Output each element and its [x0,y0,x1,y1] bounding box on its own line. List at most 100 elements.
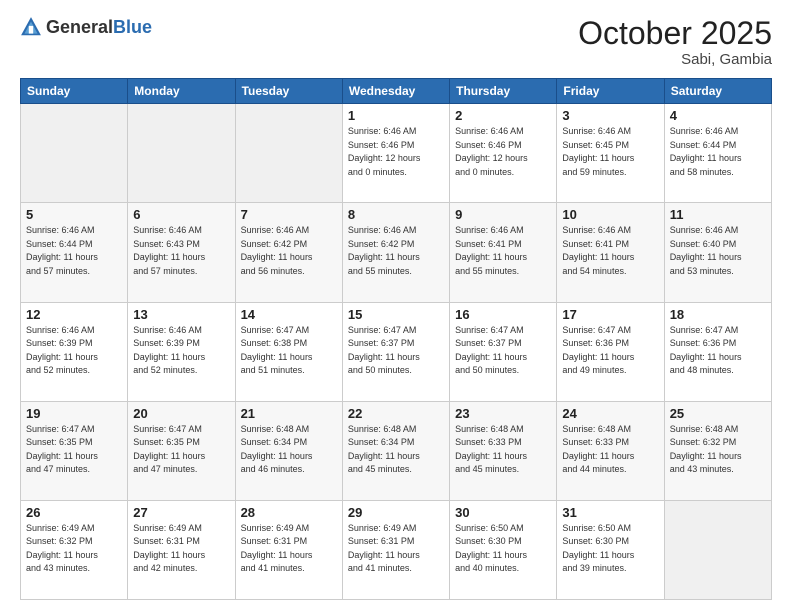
day-info: Sunrise: 6:49 AM Sunset: 6:31 PM Dayligh… [241,522,337,576]
day-info: Sunrise: 6:47 AM Sunset: 6:37 PM Dayligh… [348,324,444,378]
calendar-cell: 12Sunrise: 6:46 AM Sunset: 6:39 PM Dayli… [21,302,128,401]
calendar-week-3: 12Sunrise: 6:46 AM Sunset: 6:39 PM Dayli… [21,302,772,401]
day-info: Sunrise: 6:46 AM Sunset: 6:39 PM Dayligh… [133,324,229,378]
col-header-friday: Friday [557,79,664,104]
day-number: 24 [562,406,658,421]
day-number: 31 [562,505,658,520]
calendar-table: SundayMondayTuesdayWednesdayThursdayFrid… [20,78,772,600]
day-number: 11 [670,207,766,222]
day-number: 29 [348,505,444,520]
day-info: Sunrise: 6:47 AM Sunset: 6:35 PM Dayligh… [26,423,122,477]
col-header-saturday: Saturday [664,79,771,104]
day-info: Sunrise: 6:47 AM Sunset: 6:38 PM Dayligh… [241,324,337,378]
day-number: 22 [348,406,444,421]
logo-icon [20,16,42,38]
day-info: Sunrise: 6:48 AM Sunset: 6:34 PM Dayligh… [348,423,444,477]
calendar-cell: 3 Sunrise: 6:46 AM Sunset: 6:45 PM Daylig… [557,104,664,203]
day-number: 17 [562,307,658,322]
calendar-cell [128,104,235,203]
day-number: 2 [455,108,551,123]
day-number: 6 [133,207,229,222]
calendar-cell: 21Sunrise: 6:48 AM Sunset: 6:34 PM Dayli… [235,401,342,500]
calendar-cell [235,104,342,203]
day-info: Sunrise: 6:46 AM Sunset: 6:41 PM Dayligh… [562,224,658,278]
logo-general: GeneralBlue [46,17,152,38]
calendar-week-4: 19 Sunrise: 6:47 AM Sunset: 6:35 PM Dayli… [21,401,772,500]
day-info: Sunrise: 6:46 AM Sunset: 6:40 PM Dayligh… [670,224,766,278]
day-info: Sunrise: 6:46 AM Sunset: 6:46 PM Dayligh… [455,125,551,179]
calendar-cell: 6 Sunrise: 6:46 AM Sunset: 6:43 PM Daylig… [128,203,235,302]
calendar-cell [664,500,771,599]
day-number: 19 [26,406,122,421]
day-number: 25 [670,406,766,421]
header: GeneralBlue October 2025 Sabi, Gambia [20,16,772,68]
col-header-monday: Monday [128,79,235,104]
day-number: 10 [562,207,658,222]
day-info: Sunrise: 6:47 AM Sunset: 6:35 PM Dayligh… [133,423,229,477]
day-info: Sunrise: 6:46 AM Sunset: 6:41 PM Dayligh… [455,224,551,278]
title-area: October 2025 Sabi, Gambia [578,16,772,68]
calendar-cell: 19 Sunrise: 6:47 AM Sunset: 6:35 PM Dayli… [21,401,128,500]
calendar-cell [21,104,128,203]
day-info: Sunrise: 6:47 AM Sunset: 6:36 PM Dayligh… [670,324,766,378]
day-number: 3 [562,108,658,123]
day-info: Sunrise: 6:48 AM Sunset: 6:32 PM Dayligh… [670,423,766,477]
day-number: 18 [670,307,766,322]
calendar-cell: 29 Sunrise: 6:49 AM Sunset: 6:31 PM Dayli… [342,500,449,599]
day-number: 26 [26,505,122,520]
day-info: Sunrise: 6:46 AM Sunset: 6:44 PM Dayligh… [670,125,766,179]
col-header-sunday: Sunday [21,79,128,104]
calendar-cell: 16Sunrise: 6:47 AM Sunset: 6:37 PM Dayli… [450,302,557,401]
calendar-cell: 7Sunrise: 6:46 AM Sunset: 6:42 PM Daylig… [235,203,342,302]
day-info: Sunrise: 6:46 AM Sunset: 6:39 PM Dayligh… [26,324,122,378]
day-info: Sunrise: 6:49 AM Sunset: 6:32 PM Dayligh… [26,522,122,576]
col-header-wednesday: Wednesday [342,79,449,104]
calendar-cell: 5 Sunrise: 6:46 AM Sunset: 6:44 PM Daylig… [21,203,128,302]
day-info: Sunrise: 6:46 AM Sunset: 6:46 PM Dayligh… [348,125,444,179]
day-number: 7 [241,207,337,222]
day-number: 4 [670,108,766,123]
day-number: 5 [26,207,122,222]
day-info: Sunrise: 6:46 AM Sunset: 6:45 PM Dayligh… [562,125,658,179]
logo: GeneralBlue [20,16,152,38]
month-title: October 2025 [578,16,772,51]
calendar-cell: 27 Sunrise: 6:49 AM Sunset: 6:31 PM Dayli… [128,500,235,599]
col-header-tuesday: Tuesday [235,79,342,104]
calendar-cell: 4 Sunrise: 6:46 AM Sunset: 6:44 PM Daylig… [664,104,771,203]
day-number: 30 [455,505,551,520]
calendar-cell: 2 Sunrise: 6:46 AM Sunset: 6:46 PM Daylig… [450,104,557,203]
calendar-cell: 24 Sunrise: 6:48 AM Sunset: 6:33 PM Dayli… [557,401,664,500]
day-number: 15 [348,307,444,322]
calendar-cell: 23Sunrise: 6:48 AM Sunset: 6:33 PM Dayli… [450,401,557,500]
day-info: Sunrise: 6:49 AM Sunset: 6:31 PM Dayligh… [348,522,444,576]
day-number: 14 [241,307,337,322]
day-info: Sunrise: 6:46 AM Sunset: 6:42 PM Dayligh… [348,224,444,278]
calendar-cell: 14 Sunrise: 6:47 AM Sunset: 6:38 PM Dayli… [235,302,342,401]
calendar-cell: 18 Sunrise: 6:47 AM Sunset: 6:36 PM Dayli… [664,302,771,401]
day-number: 1 [348,108,444,123]
day-number: 13 [133,307,229,322]
location-title: Sabi, Gambia [578,51,772,68]
calendar-cell: 11 Sunrise: 6:46 AM Sunset: 6:40 PM Dayli… [664,203,771,302]
day-info: Sunrise: 6:46 AM Sunset: 6:44 PM Dayligh… [26,224,122,278]
calendar-cell: 30 Sunrise: 6:50 AM Sunset: 6:30 PM Dayli… [450,500,557,599]
calendar-cell: 28Sunrise: 6:49 AM Sunset: 6:31 PM Dayli… [235,500,342,599]
day-info: Sunrise: 6:48 AM Sunset: 6:33 PM Dayligh… [562,423,658,477]
calendar-week-2: 5 Sunrise: 6:46 AM Sunset: 6:44 PM Daylig… [21,203,772,302]
col-header-thursday: Thursday [450,79,557,104]
calendar-cell: 10 Sunrise: 6:46 AM Sunset: 6:41 PM Dayli… [557,203,664,302]
calendar-cell: 13 Sunrise: 6:46 AM Sunset: 6:39 PM Dayli… [128,302,235,401]
calendar-cell: 26 Sunrise: 6:49 AM Sunset: 6:32 PM Dayli… [21,500,128,599]
calendar-cell: 1 Sunrise: 6:46 AM Sunset: 6:46 PM Daylig… [342,104,449,203]
calendar-cell: 31Sunrise: 6:50 AM Sunset: 6:30 PM Dayli… [557,500,664,599]
page: GeneralBlue October 2025 Sabi, Gambia Su… [0,0,792,612]
day-info: Sunrise: 6:49 AM Sunset: 6:31 PM Dayligh… [133,522,229,576]
day-info: Sunrise: 6:46 AM Sunset: 6:43 PM Dayligh… [133,224,229,278]
calendar-cell: 22 Sunrise: 6:48 AM Sunset: 6:34 PM Dayli… [342,401,449,500]
day-info: Sunrise: 6:50 AM Sunset: 6:30 PM Dayligh… [455,522,551,576]
day-number: 16 [455,307,551,322]
day-number: 27 [133,505,229,520]
calendar-cell: 15 Sunrise: 6:47 AM Sunset: 6:37 PM Dayli… [342,302,449,401]
day-number: 20 [133,406,229,421]
calendar-cell: 25 Sunrise: 6:48 AM Sunset: 6:32 PM Dayli… [664,401,771,500]
